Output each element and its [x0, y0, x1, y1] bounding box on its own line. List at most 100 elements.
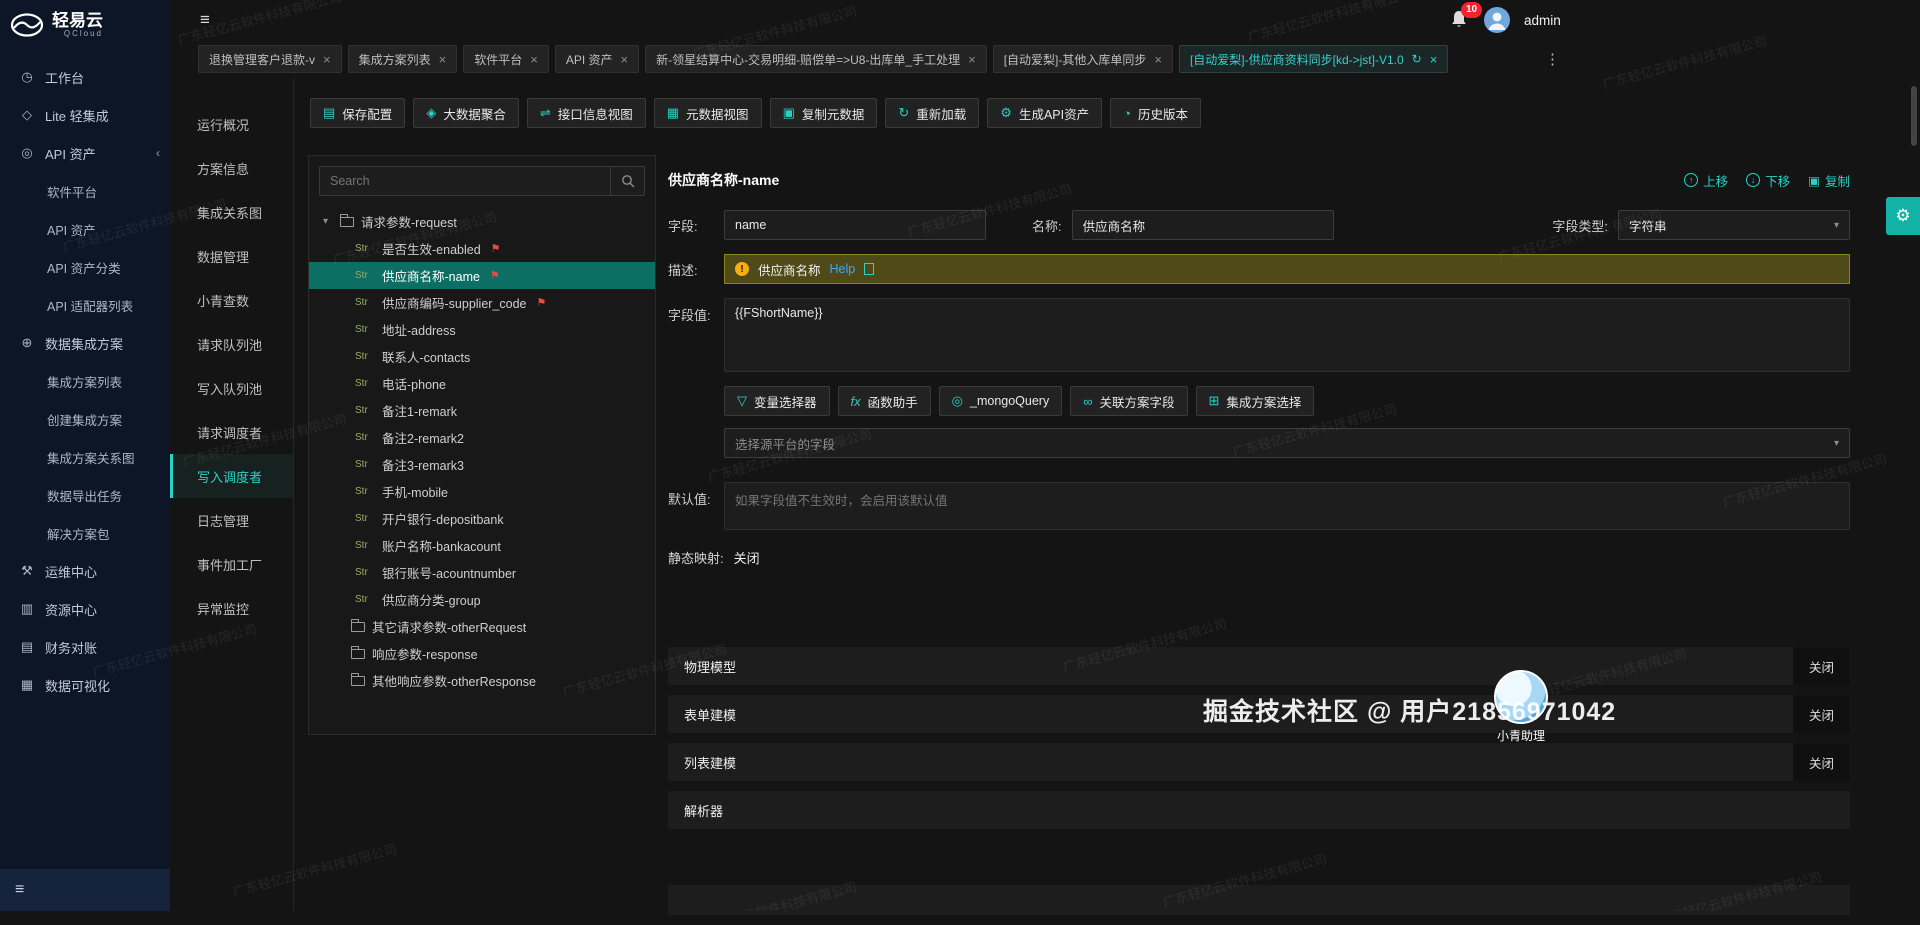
field-type-select[interactable]: 字符串 ▾: [1618, 210, 1850, 240]
mongo-query-button[interactable]: ◎ _mongoQuery: [938, 386, 1063, 416]
tree-item-remark3[interactable]: Str 备注3-remark3: [309, 451, 655, 478]
tree-folder-response[interactable]: 响应参数-response: [309, 640, 655, 667]
tree-item-phone[interactable]: Str 电话-phone: [309, 370, 655, 397]
scrollbar-thumb[interactable]: [1911, 86, 1917, 146]
close-tab-icon[interactable]: ×: [530, 53, 538, 66]
field-value-textarea[interactable]: {{FShortName}}: [724, 298, 1850, 372]
function-helper-button[interactable]: fx 函数助手: [837, 386, 931, 416]
scheme-item-integration-graph[interactable]: 集成关系图: [170, 190, 293, 234]
tab-software-platform[interactable]: 软件平台 ×: [463, 45, 549, 73]
close-tab-icon[interactable]: ×: [968, 53, 976, 66]
tree-item-depositbank[interactable]: Str 开户银行-depositbank: [309, 505, 655, 532]
search-button[interactable]: [610, 167, 644, 195]
section-physical-model[interactable]: 物理模型 关闭: [668, 647, 1850, 685]
sidebar-subitem-solution-package[interactable]: 解决方案包: [0, 514, 170, 552]
search-input[interactable]: [320, 174, 610, 188]
notification-bell-icon[interactable]: 10: [1450, 2, 1483, 30]
field-key-input[interactable]: [724, 210, 986, 240]
related-scheme-field-button[interactable]: ∞ 关联方案字段: [1070, 386, 1188, 416]
move-down-button[interactable]: ↓ 下移: [1746, 171, 1790, 190]
scheme-item-scheme-info[interactable]: 方案信息: [170, 146, 293, 190]
sidebar-item-data-visualization[interactable]: ▦ 数据可视化: [0, 666, 170, 704]
section-state[interactable]: 关闭: [1792, 647, 1850, 685]
copy-field-button[interactable]: ▣ 复制: [1808, 171, 1850, 190]
tree-folder-other-request[interactable]: 其它请求参数-otherRequest: [309, 613, 655, 640]
sidebar-item-workbench[interactable]: ◷ 工作台: [0, 58, 170, 96]
close-tab-icon[interactable]: ×: [439, 53, 447, 66]
sidebar-subitem-integration-graph[interactable]: 集成方案关系图: [0, 438, 170, 476]
sidebar-subitem-api-asset-category[interactable]: API 资产分类: [0, 248, 170, 286]
tab-integration-list[interactable]: 集成方案列表 ×: [347, 45, 458, 73]
refresh-tab-icon[interactable]: ↻: [1412, 52, 1422, 66]
default-value-textarea[interactable]: [724, 482, 1850, 530]
source-field-select[interactable]: 选择源平台的字段 ▾: [724, 428, 1850, 458]
sidebar-subitem-integration-list[interactable]: 集成方案列表: [0, 362, 170, 400]
sidebar-item-ops-center[interactable]: ⚒ 运维中心: [0, 552, 170, 590]
tree-item-group[interactable]: Str 供应商分类-group: [309, 586, 655, 613]
sidebar-item-lite-integration[interactable]: ◇ Lite 轻集成: [0, 96, 170, 134]
tab-api-assets[interactable]: API 资产 ×: [554, 45, 640, 73]
scheme-item-event-factory[interactable]: 事件加工厂: [170, 542, 293, 586]
username[interactable]: admin: [1524, 13, 1561, 28]
tab-auto-other-inbound-sync[interactable]: [自动爱梨]-其他入库单同步 ×: [992, 45, 1173, 73]
scheme-item-request-scheduler[interactable]: 请求调度者: [170, 410, 293, 454]
tree-folder-request[interactable]: ▾ 请求参数-request: [309, 208, 655, 235]
tab-auto-supplier-sync[interactable]: [自动爱梨]-供应商资料同步[kd->jst]-V1.0 ↻ ×: [1178, 45, 1449, 73]
brand-logo[interactable]: 轻易云 QCloud: [0, 0, 170, 50]
sidebar-item-api-assets[interactable]: ◎ API 资产 ‹: [0, 134, 170, 172]
close-tab-icon[interactable]: ×: [1154, 53, 1162, 66]
interface-info-view-button[interactable]: ⇌ 接口信息视图: [526, 98, 646, 128]
move-up-button[interactable]: ↑ 上移: [1684, 171, 1728, 190]
close-tab-icon[interactable]: ×: [1430, 53, 1438, 66]
sidebar-subitem-software-platform[interactable]: 软件平台: [0, 172, 170, 210]
section-state[interactable]: 关闭: [1792, 695, 1850, 733]
history-versions-button[interactable]: ◔ 历史版本: [1110, 98, 1201, 128]
tree-item-address[interactable]: Str 地址-address: [309, 316, 655, 343]
scheme-item-log-management[interactable]: 日志管理: [170, 498, 293, 542]
section-list-modeling[interactable]: 列表建模 关闭: [668, 743, 1850, 781]
scheme-item-write-queue-pool[interactable]: 写入队列池: [170, 366, 293, 410]
sidebar-collapse-button[interactable]: ≡: [0, 869, 170, 911]
tree-item-supplier-name[interactable]: Str 供应商名称-name ⚑: [309, 262, 655, 289]
scheme-item-xiaoqing-query[interactable]: 小青查数: [170, 278, 293, 322]
document-icon[interactable]: [864, 263, 875, 275]
tree-item-acountnumber[interactable]: Str 银行账号-acountnumber: [309, 559, 655, 586]
caret-down-icon[interactable]: ▾: [323, 216, 333, 227]
sidebar-subitem-create-integration[interactable]: 创建集成方案: [0, 400, 170, 438]
copy-metadata-button[interactable]: ▣ 复制元数据: [769, 98, 878, 128]
tab-options-icon[interactable]: ⋮: [1545, 50, 1560, 68]
variable-selector-button[interactable]: ▽ 变量选择器: [724, 386, 830, 416]
static-mapping-value[interactable]: 关闭: [734, 548, 760, 567]
sidebar-subitem-api-assets[interactable]: API 资产: [0, 210, 170, 248]
scheme-item-data-management[interactable]: 数据管理: [170, 234, 293, 278]
tree-folder-other-response[interactable]: 其他响应参数-otherResponse: [309, 667, 655, 694]
sidebar-subitem-api-adapter-list[interactable]: API 适配器列表: [0, 286, 170, 324]
reload-button[interactable]: ↻ 重新加载: [885, 98, 980, 128]
settings-gear-button[interactable]: ⚙: [1886, 197, 1920, 235]
user-avatar[interactable]: [1484, 7, 1510, 33]
tree-item-remark1[interactable]: Str 备注1-remark: [309, 397, 655, 424]
sidebar-item-data-integration[interactable]: ⊕ 数据集成方案: [0, 324, 170, 362]
close-tab-icon[interactable]: ×: [323, 53, 331, 66]
integration-scheme-select-button[interactable]: ⊞ 集成方案选择: [1195, 386, 1315, 416]
close-tab-icon[interactable]: ×: [621, 53, 629, 66]
scheme-item-write-scheduler[interactable]: 写入调度者: [170, 454, 293, 498]
section-parser[interactable]: 解析器: [668, 791, 1850, 829]
save-config-button[interactable]: ▤ 保存配置: [310, 98, 406, 128]
metadata-view-button[interactable]: ▦ 元数据视图: [653, 98, 762, 128]
sidebar-subitem-data-export-tasks[interactable]: 数据导出任务: [0, 476, 170, 514]
tree-item-bankacount[interactable]: Str 账户名称-bankacount: [309, 532, 655, 559]
tree-item-mobile[interactable]: Str 手机-mobile: [309, 478, 655, 505]
tab-lingxing-settlement[interactable]: 新-领星结算中心-交易明细-赔偿单=>U8-出库单_手工处理 ×: [645, 45, 987, 73]
tab-refund-management[interactable]: 退换管理客户退款-v ×: [198, 45, 342, 73]
collapse-menu-icon[interactable]: ≡: [200, 10, 210, 30]
tree-item-contacts[interactable]: Str 联系人-contacts: [309, 343, 655, 370]
section-state[interactable]: 关闭: [1792, 743, 1850, 781]
sidebar-item-finance-reconciliation[interactable]: ▤ 财务对账: [0, 628, 170, 666]
field-name-input[interactable]: [1071, 210, 1334, 240]
big-data-aggregation-button[interactable]: ◈ 大数据聚合: [413, 98, 519, 128]
tree-item-supplier-code[interactable]: Str 供应商编码-supplier_code ⚑: [309, 289, 655, 316]
scheme-item-run-overview[interactable]: 运行概况: [170, 102, 293, 146]
tree-item-enabled[interactable]: Str 是否生效-enabled ⚑: [309, 235, 655, 262]
help-link[interactable]: Help: [830, 262, 856, 276]
